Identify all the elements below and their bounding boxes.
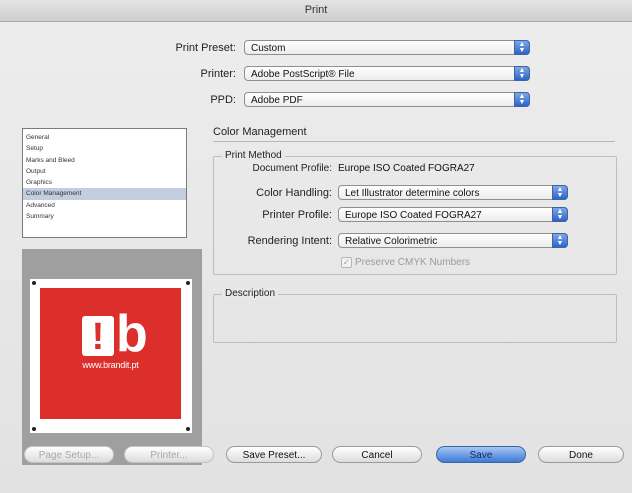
category-list[interactable]: General Setup Marks and Bleed Output Gra… (22, 128, 187, 238)
category-item-summary[interactable]: Summary (23, 211, 186, 222)
printer-value: Adobe PostScript® File (251, 69, 355, 80)
description-group: Description (213, 288, 617, 343)
save-preset-button[interactable]: Save Preset... (226, 446, 322, 463)
ppd-value: Adobe PDF (251, 95, 303, 106)
document-profile-row: Document Profile: Europe ISO Coated FOGR… (214, 163, 475, 174)
document-profile-value: Europe ISO Coated FOGRA27 (338, 163, 475, 174)
description-legend: Description (222, 288, 279, 299)
document-profile-label: Document Profile: (252, 163, 332, 174)
logo-letter: b (116, 305, 148, 363)
color-handling-row: Color Handling: Let Illustrator determin… (214, 185, 568, 200)
updown-arrows-icon: ▲ ▼ (552, 233, 568, 248)
category-item-marks-and-bleed[interactable]: Marks and Bleed (23, 155, 186, 166)
preserve-cmyk-row: ✓ Preserve CMYK Numbers (341, 257, 470, 268)
updown-arrows-icon: ▲ ▼ (514, 66, 530, 81)
ppd-select[interactable]: Adobe PDF ▲ ▼ (244, 92, 530, 107)
printer-select[interactable]: Adobe PostScript® File ▲ ▼ (244, 66, 530, 81)
done-button[interactable]: Done (538, 446, 624, 463)
preserve-cmyk-checkbox[interactable]: ✓ (341, 257, 352, 268)
category-item-setup[interactable]: Setup (23, 143, 186, 154)
page-setup-button[interactable]: Page Setup... (24, 446, 114, 463)
updown-arrows-icon: ▲ ▼ (514, 40, 530, 55)
printer-label: Printer: (200, 67, 236, 80)
category-item-general[interactable]: General (23, 132, 186, 143)
brand-url: www.brandit.pt (82, 360, 139, 370)
print-preview[interactable]: ! b www.brandit.pt (22, 249, 202, 465)
category-item-advanced[interactable]: Advanced (23, 200, 186, 211)
rendering-intent-row: Rendering Intent: Relative Colorimetric … (214, 233, 568, 248)
printer-profile-row: Printer Profile: Europe ISO Coated FOGRA… (214, 207, 568, 222)
printer-row: Printer: Adobe PostScript® File ▲ ▼ (120, 66, 530, 81)
printer-profile-label: Printer Profile: (262, 208, 332, 221)
rendering-intent-select[interactable]: Relative Colorimetric ▲ ▼ (338, 233, 568, 248)
crop-mark-icon (32, 427, 36, 431)
preview-page: ! b www.brandit.pt (30, 279, 192, 433)
rendering-intent-value: Relative Colorimetric (345, 236, 438, 247)
crop-mark-icon (186, 427, 190, 431)
print-preset-value: Custom (251, 43, 286, 54)
updown-arrows-icon: ▲ ▼ (552, 207, 568, 222)
logo-exclamation-mark: ! (82, 316, 114, 358)
color-handling-select[interactable]: Let Illustrator determine colors ▲ ▼ (338, 185, 568, 200)
print-preset-row: Print Preset: Custom ▲ ▼ (120, 40, 530, 55)
ppd-row: PPD: Adobe PDF ▲ ▼ (120, 92, 530, 107)
color-handling-label: Color Handling: (256, 186, 332, 199)
crop-mark-icon (186, 281, 190, 285)
print-dialog: Print Print Preset: Custom ▲ ▼ Printer: A… (0, 0, 632, 493)
dialog-title: Print (0, 0, 632, 22)
category-item-output[interactable]: Output (23, 166, 186, 177)
updown-arrows-icon: ▲ ▼ (552, 185, 568, 200)
category-item-color-management[interactable]: Color Management (23, 188, 186, 200)
rendering-intent-label: Rendering Intent: (247, 234, 332, 247)
save-button[interactable]: Save (436, 446, 526, 463)
print-preset-label: Print Preset: (175, 41, 236, 54)
updown-arrows-icon: ▲ ▼ (514, 92, 530, 107)
printer-button[interactable]: Printer... (124, 446, 214, 463)
category-item-graphics[interactable]: Graphics (23, 177, 186, 188)
print-method-legend: Print Method (222, 150, 285, 161)
preserve-cmyk-label: Preserve CMYK Numbers (355, 257, 471, 268)
panel-title: Color Management (213, 126, 307, 138)
brand-artwork: ! b www.brandit.pt (40, 288, 181, 419)
printer-profile-value: Europe ISO Coated FOGRA27 (345, 210, 482, 221)
print-preset-select[interactable]: Custom ▲ ▼ (244, 40, 530, 55)
divider (213, 141, 615, 142)
printer-profile-select[interactable]: Europe ISO Coated FOGRA27 ▲ ▼ (338, 207, 568, 222)
cancel-button[interactable]: Cancel (332, 446, 422, 463)
crop-mark-icon (32, 281, 36, 285)
ppd-label: PPD: (210, 93, 236, 106)
color-handling-value: Let Illustrator determine colors (345, 188, 480, 199)
